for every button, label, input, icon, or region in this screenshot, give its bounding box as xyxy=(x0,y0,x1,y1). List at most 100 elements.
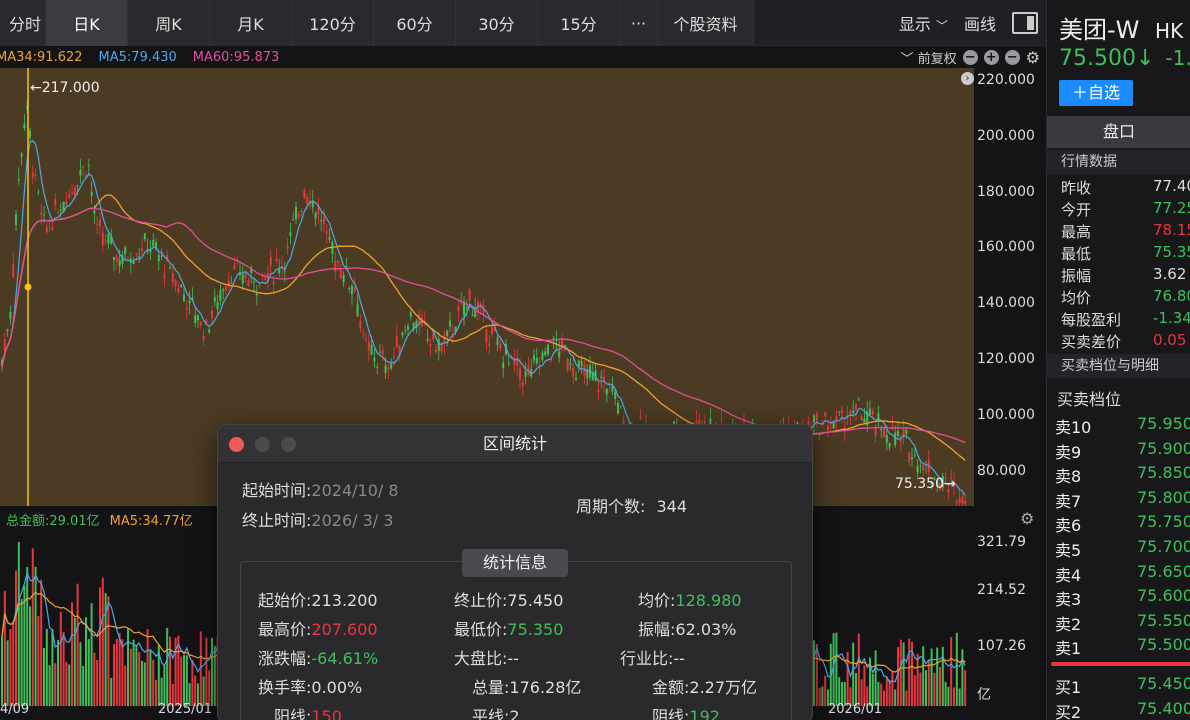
price-tick-label: 220.000 xyxy=(977,72,1035,88)
end-time-value[interactable]: 2026/ 3/ 3 xyxy=(311,511,393,530)
candle-body xyxy=(533,355,535,361)
candle-body xyxy=(544,351,547,355)
candle-body xyxy=(614,392,617,399)
ma60-label: MA60:95.873 xyxy=(192,49,280,65)
volume-tick-label: 321.79 xyxy=(977,534,1026,550)
stat-label: 换手率: xyxy=(258,678,312,697)
stat-label: 大盘比: xyxy=(454,649,508,668)
volume-bar xyxy=(185,655,188,706)
candle-body xyxy=(964,500,967,504)
close-icon[interactable] xyxy=(229,437,244,452)
candle-body xyxy=(155,242,157,248)
tab-0[interactable]: 分时 xyxy=(0,0,46,46)
candle-body xyxy=(104,239,107,241)
order-book-row[interactable]: 卖1 75.500 xyxy=(1047,633,1190,658)
order-book-row[interactable]: 卖8 75.850 xyxy=(1047,461,1190,486)
tab-9[interactable]: 个股资料 xyxy=(658,0,754,46)
tab-2[interactable]: 周K xyxy=(128,0,210,46)
scroll-right-icon[interactable]: › xyxy=(961,72,974,85)
volume-bar xyxy=(211,637,213,706)
plus-icon[interactable]: + xyxy=(983,49,999,65)
candle-body xyxy=(65,201,68,206)
candle-body xyxy=(429,343,432,346)
market-label: 振幅 xyxy=(1061,267,1092,285)
adjust-dropdown[interactable]: ﹀ 前复权 xyxy=(900,48,956,67)
volume-bar xyxy=(930,648,933,706)
candle-body xyxy=(916,466,919,473)
order-book-row[interactable]: 卖6 75.750 xyxy=(1047,510,1190,535)
add-watchlist-button[interactable]: ＋自选 xyxy=(1059,80,1133,106)
maximize-icon[interactable] xyxy=(281,437,296,452)
candle-body xyxy=(827,425,829,431)
volume-bar xyxy=(863,665,866,706)
stat-value: 75.450 xyxy=(507,591,564,610)
candle-body xyxy=(379,351,381,353)
gear-icon[interactable]: ⚙ xyxy=(1026,48,1040,67)
market-value: 3.62 xyxy=(1153,265,1187,283)
candle-body xyxy=(34,174,37,176)
draw-line-button[interactable]: 画线 xyxy=(964,11,996,35)
candle-body xyxy=(519,367,521,380)
order-book-row[interactable]: 卖5 75.700 xyxy=(1047,535,1190,560)
candle-body xyxy=(547,344,549,355)
candle-body xyxy=(617,403,619,414)
stat-value: 192 xyxy=(689,707,720,720)
tab-1[interactable]: 日K xyxy=(46,0,128,46)
volume-bar xyxy=(146,629,149,706)
tab-8[interactable]: ··· xyxy=(620,0,658,46)
candle-body xyxy=(922,465,925,471)
tab-4[interactable]: 120分 xyxy=(292,0,374,46)
candle-body xyxy=(9,311,12,320)
candle-body xyxy=(79,169,82,176)
gear-icon[interactable]: ⚙ xyxy=(1020,509,1034,528)
candle-body xyxy=(17,178,20,181)
period-tab-bar: 分时 日K 周K 月K 120分 60分 30分 15分 ··· 个股资料 显示 ﹀ 画线 xyxy=(0,0,1046,46)
order-book-row[interactable]: 卖2 75.550 xyxy=(1047,609,1190,634)
tab-3[interactable]: 月K xyxy=(210,0,292,46)
tab-7[interactable]: 15分 xyxy=(538,0,620,46)
volume-bar xyxy=(908,638,911,706)
candle-body xyxy=(337,260,339,263)
minimize-icon[interactable] xyxy=(255,437,270,452)
stat-value: -- xyxy=(507,649,519,668)
candle-body xyxy=(323,217,325,225)
market-row: 每股盈利 -1.34 xyxy=(1047,308,1190,330)
volume-bar xyxy=(883,690,885,706)
stat-label: 涨跌幅: xyxy=(258,649,312,668)
market-row: 今开 77.25 xyxy=(1047,198,1190,220)
display-menu[interactable]: 显示 ﹀ xyxy=(899,11,948,35)
order-book-row[interactable]: 卖4 75.650 xyxy=(1047,560,1190,585)
order-book-row[interactable]: 卖10 75.950 xyxy=(1047,412,1190,437)
tab-5[interactable]: 60分 xyxy=(374,0,456,46)
stat-label: 阴线: xyxy=(652,707,690,720)
volume-bar xyxy=(149,649,152,706)
candle-body xyxy=(283,271,286,273)
stat-item: 振幅:62.03% xyxy=(638,616,736,640)
level-label: 卖4 xyxy=(1055,565,1082,585)
minus-icon[interactable]: − xyxy=(1004,49,1020,65)
order-book-row[interactable]: 买1 75.450 xyxy=(1047,672,1190,697)
candle-body xyxy=(180,285,183,288)
candle-body xyxy=(230,282,233,284)
pankou-tab[interactable]: 盘口 xyxy=(1047,116,1190,148)
candle-body xyxy=(328,236,331,240)
order-book-row[interactable]: 买2 75.400 xyxy=(1047,697,1190,720)
market-value: 78.15 xyxy=(1153,221,1190,239)
order-book-row[interactable]: 卖3 75.600 xyxy=(1047,584,1190,609)
layout-toggle-icon[interactable] xyxy=(1012,12,1038,34)
level-label: 卖8 xyxy=(1055,467,1082,487)
price-tick-label: 180.000 xyxy=(977,183,1035,200)
tab-6[interactable]: 30分 xyxy=(456,0,538,46)
candle-body xyxy=(639,416,642,420)
candle-body xyxy=(306,197,309,205)
order-book-row[interactable]: 卖9 75.900 xyxy=(1047,437,1190,462)
start-time-value[interactable]: 2024/10/ 8 xyxy=(311,481,398,500)
last-price: 75.500↓ xyxy=(1059,46,1155,71)
candle-body xyxy=(575,377,577,380)
volume-bar xyxy=(891,671,894,706)
candle-body xyxy=(93,210,96,214)
order-book-row[interactable]: 卖7 75.800 xyxy=(1047,486,1190,511)
volume-bar xyxy=(166,627,169,706)
minus-icon[interactable]: − xyxy=(962,49,978,65)
volume-bar xyxy=(6,640,9,706)
